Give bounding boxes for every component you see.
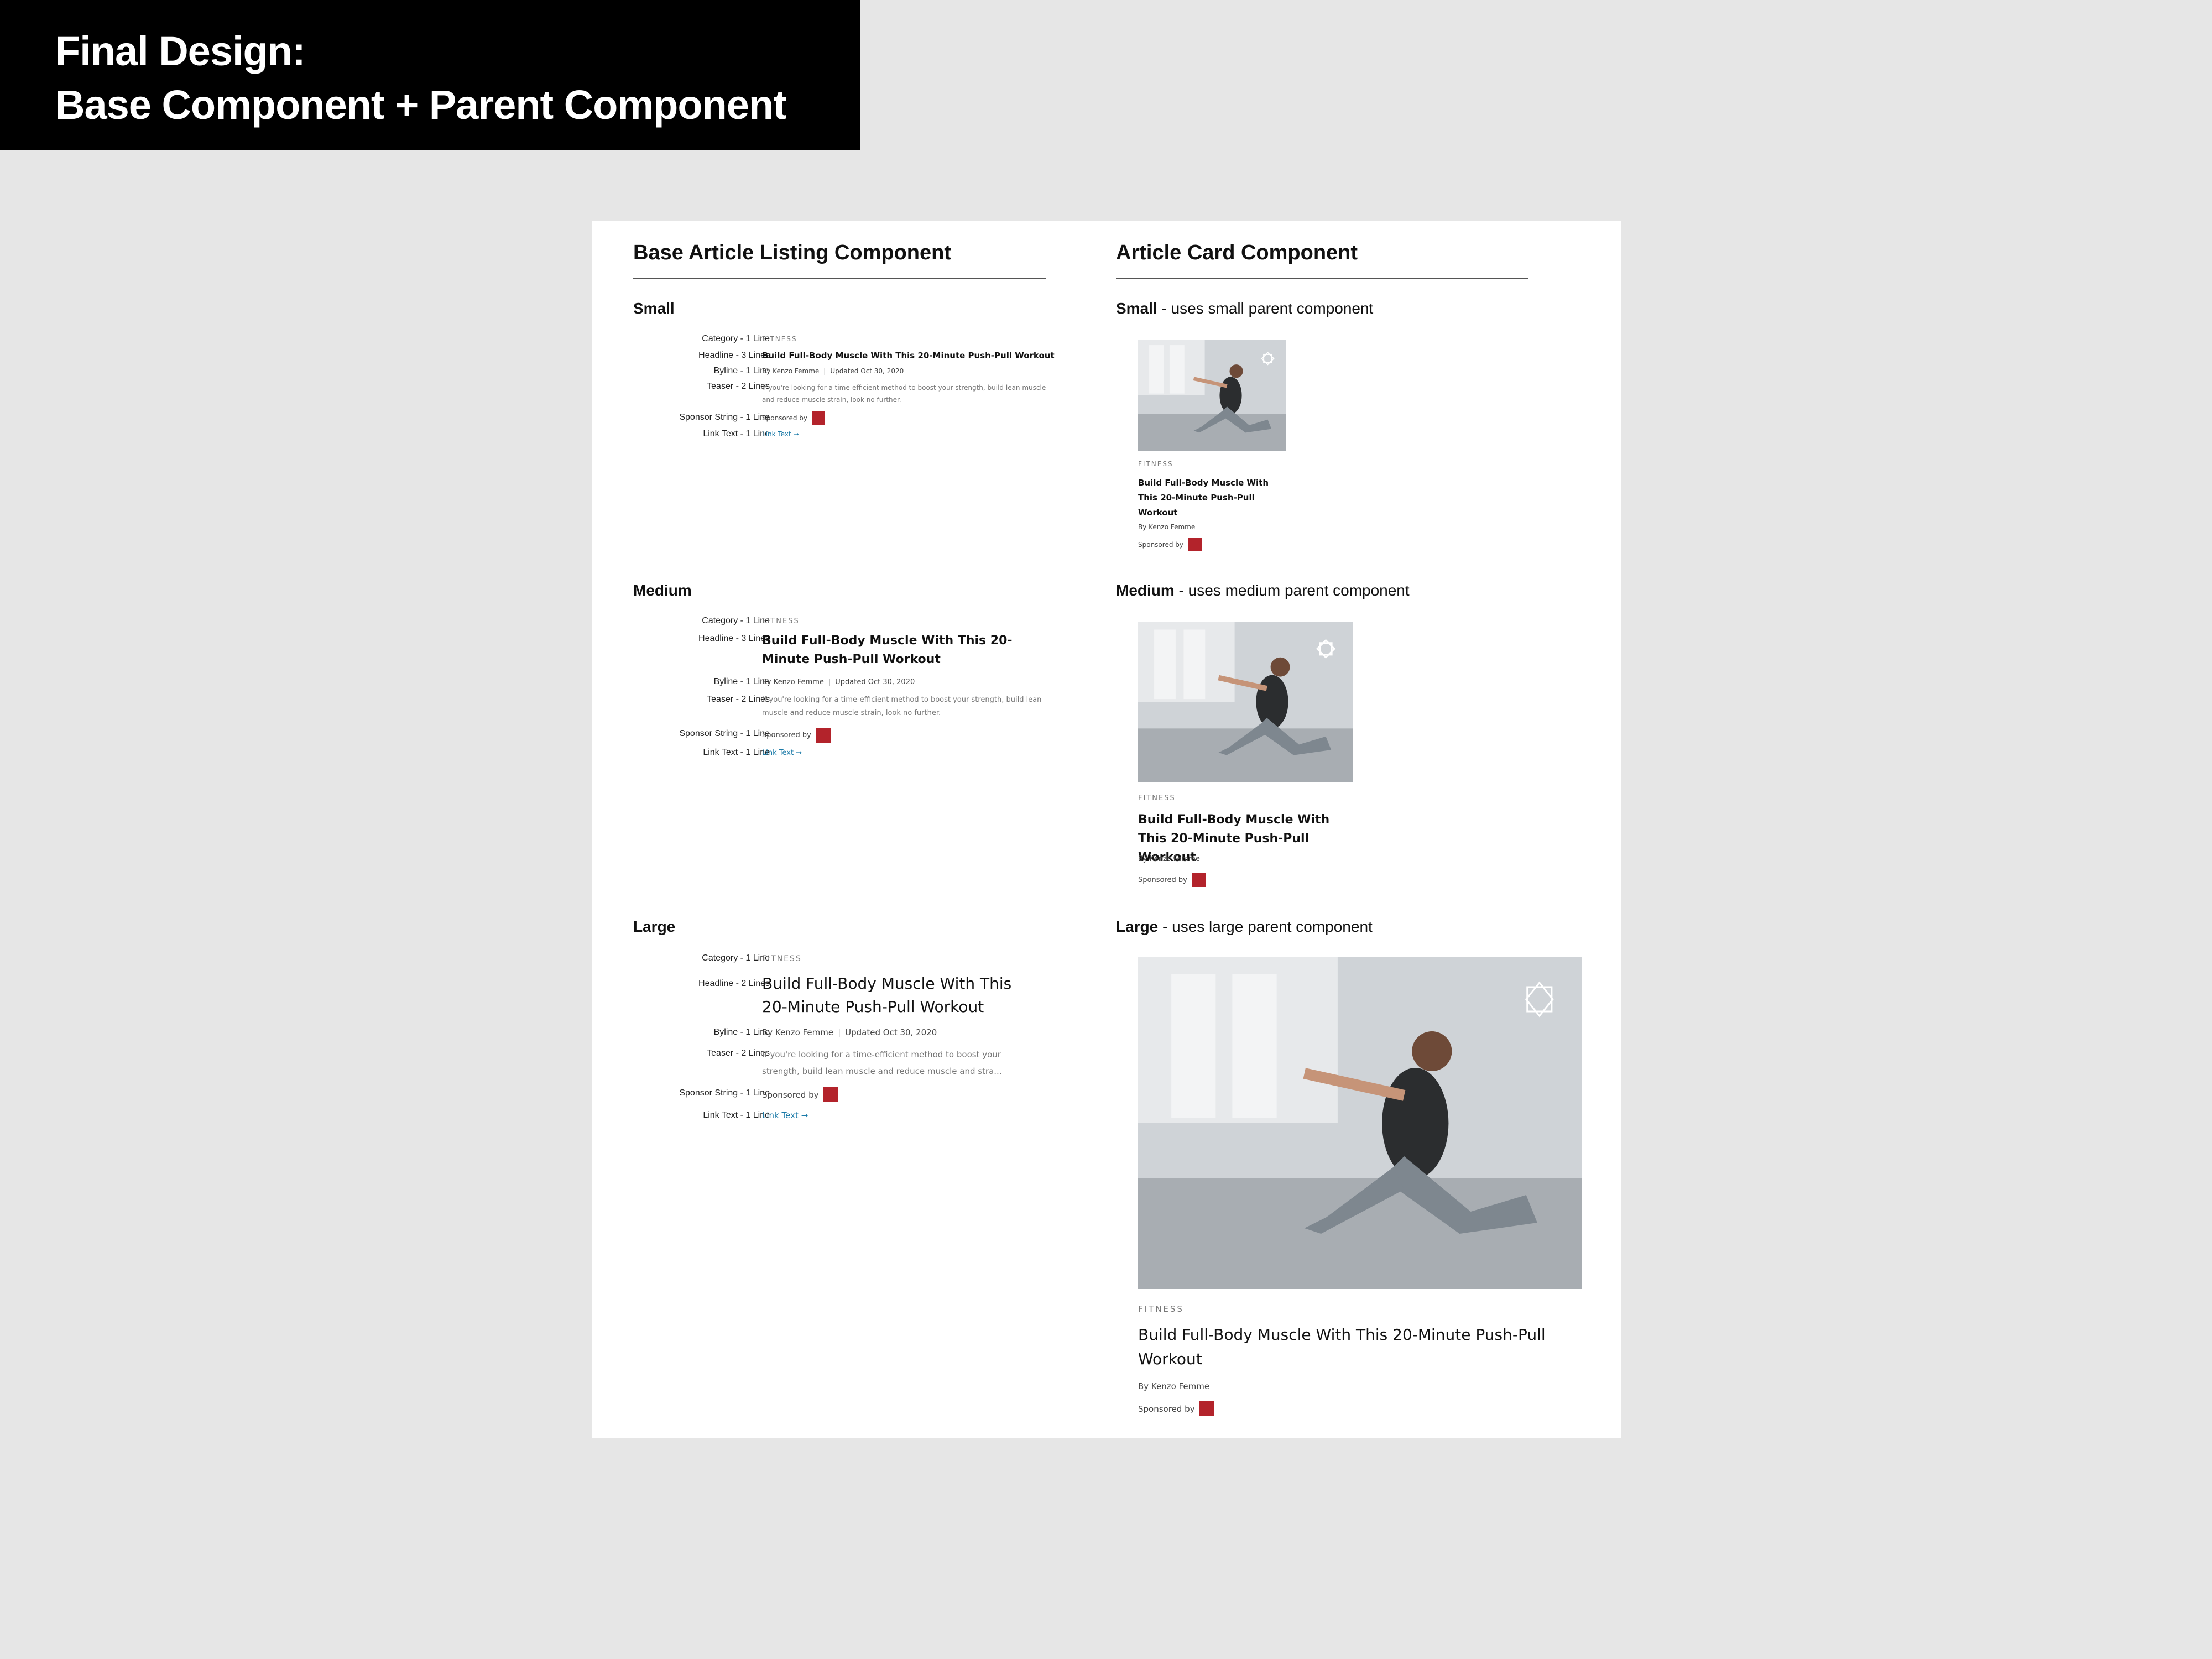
card-category: FITNESS <box>1138 460 1173 468</box>
sponsor-logo[interactable] <box>1187 538 1202 551</box>
article-image[interactable] <box>1138 622 1353 782</box>
card-sponsor-string: Sponsored by <box>1138 1401 1214 1416</box>
label-teaser: Teaser - 2 Lines <box>707 1048 770 1058</box>
label-sponsor: Sponsor String - 1 Line <box>679 1088 770 1098</box>
author-link[interactable]: Kenzo Femme <box>775 1027 833 1037</box>
label-link: Link Text - 1 Line <box>703 1110 770 1120</box>
link-text[interactable]: Link Text → <box>762 749 802 757</box>
card-sponsor-string: Sponsored by <box>1138 538 1202 551</box>
headline-value[interactable]: Build Full-Body Muscle With This 20-Minu… <box>762 632 1050 669</box>
author-link[interactable]: Kenzo Femme <box>773 367 819 375</box>
sponsored-by-text: Sponsored by <box>1138 540 1183 549</box>
label-byline: Byline - 1 Line <box>713 366 770 375</box>
sponsored-by-text: Sponsored by <box>1138 1404 1195 1414</box>
card-medium-label: Medium - uses medium parent component <box>1116 582 1410 599</box>
card-byline: By Kenzo Femme <box>1138 523 1196 531</box>
label-headline: Headline - 2 Lines <box>698 979 770 988</box>
sponsor-logo[interactable] <box>1199 1401 1214 1416</box>
label-category: Category - 1 Line <box>702 334 770 343</box>
banner-title-line2: Base Component + Parent Component <box>55 82 787 128</box>
label-link: Link Text - 1 Line <box>703 748 770 757</box>
card-headline[interactable]: Build Full-Body Muscle With This 20-Minu… <box>1138 476 1271 520</box>
updated-date: Updated Oct 30, 2020 <box>845 1027 937 1037</box>
sponsor-logo[interactable] <box>1191 873 1206 887</box>
updated-date: Updated Oct 30, 2020 <box>830 367 904 375</box>
author-link[interactable]: Kenzo Femme <box>774 678 824 686</box>
sponsored-by-text: Sponsored by <box>762 414 807 422</box>
category-value: FITNESS <box>762 335 797 343</box>
base-large-label: Large <box>633 918 676 935</box>
base-medium-label: Medium <box>633 582 692 599</box>
card-byline: By Kenzo Femme <box>1138 1381 1210 1391</box>
label-sponsor: Sponsor String - 1 Line <box>679 413 770 422</box>
title-banner: Final Design: Base Component + Parent Co… <box>0 0 860 150</box>
card-large-label-bold: Large <box>1116 918 1159 935</box>
card-small-label: Small - uses small parent component <box>1116 300 1373 317</box>
label-link: Link Text - 1 Line <box>703 429 770 439</box>
label-headline: Headline - 3 Lines <box>698 351 770 360</box>
card-category: FITNESS <box>1138 794 1176 802</box>
label-category: Category - 1 Line <box>702 616 770 625</box>
byline-value: By Kenzo Femme | Updated Oct 30, 2020 <box>762 678 915 686</box>
base-title-rule <box>633 278 1046 279</box>
sponsor-string: Sponsored by <box>762 1087 838 1102</box>
card-large-label: Large - uses large parent component <box>1116 918 1373 936</box>
label-teaser: Teaser - 2 Lines <box>707 382 770 391</box>
label-byline: Byline - 1 Line <box>713 1027 770 1037</box>
sponsored-by-text: Sponsored by <box>762 731 811 739</box>
sponsor-string: Sponsored by <box>762 728 831 743</box>
byline-value: By Kenzo Femme | Updated Oct 30, 2020 <box>762 367 904 375</box>
card-sponsor-string: Sponsored by <box>1138 873 1206 887</box>
card-byline: By Kenzo Femme <box>1138 855 1200 863</box>
base-small-label: Small <box>633 300 675 317</box>
link-text[interactable]: Link Text → <box>762 1110 808 1120</box>
byline-prefix: By <box>762 1027 773 1037</box>
byline-value: By Kenzo Femme | Updated Oct 30, 2020 <box>762 1027 937 1037</box>
updated-date: Updated Oct 30, 2020 <box>835 678 915 686</box>
sponsor-logo[interactable] <box>815 728 831 743</box>
label-headline: Headline - 3 Lines <box>698 634 770 643</box>
card-small-label-rest: - uses small parent component <box>1157 300 1374 317</box>
card-large-label-rest: - uses large parent component <box>1158 918 1373 935</box>
category-value: FITNESS <box>762 954 802 963</box>
sponsor-logo[interactable] <box>823 1087 838 1102</box>
article-image[interactable] <box>1138 340 1286 451</box>
card-title-rule <box>1116 278 1528 279</box>
label-category: Category - 1 Line <box>702 953 770 963</box>
card-category: FITNESS <box>1138 1304 1184 1314</box>
teaser-value: If you're looking for a time-efficient m… <box>762 384 1046 404</box>
banner-title-line1: Final Design: <box>55 28 306 74</box>
sponsored-by-text: Sponsored by <box>762 1089 819 1100</box>
card-medium-label-bold: Medium <box>1116 582 1175 599</box>
card-small-label-bold: Small <box>1116 300 1157 317</box>
card-headline[interactable]: Build Full-Body Muscle With This 20-Minu… <box>1138 1323 1580 1371</box>
base-column-title: Base Article Listing Component <box>633 241 951 264</box>
card-medium-label-rest: - uses medium parent component <box>1174 582 1410 599</box>
sponsor-string: Sponsored by <box>762 411 825 425</box>
teaser-value: If you're looking for a time-efficient m… <box>762 1050 1002 1076</box>
sponsored-by-text: Sponsored by <box>1138 875 1187 884</box>
byline-prefix: By <box>762 367 771 375</box>
category-value: FITNESS <box>762 617 800 625</box>
headline-value[interactable]: Build Full-Body Muscle With This 20-Minu… <box>762 972 1039 1019</box>
design-panel: Base Article Listing Component Small Cat… <box>592 221 1621 1438</box>
label-teaser: Teaser - 2 Lines <box>707 695 770 704</box>
article-image[interactable] <box>1138 957 1582 1289</box>
headline-value[interactable]: Build Full-Body Muscle With This 20-Minu… <box>762 351 1055 361</box>
sponsor-logo[interactable] <box>811 411 825 425</box>
label-sponsor: Sponsor String - 1 Line <box>679 729 770 738</box>
link-text[interactable]: Link Text → <box>762 430 799 438</box>
byline-prefix: By <box>762 678 771 686</box>
label-byline: Byline - 1 Line <box>713 677 770 686</box>
teaser-value: If you're looking for a time-efficient m… <box>762 696 1042 717</box>
card-column-title: Article Card Component <box>1116 241 1358 264</box>
